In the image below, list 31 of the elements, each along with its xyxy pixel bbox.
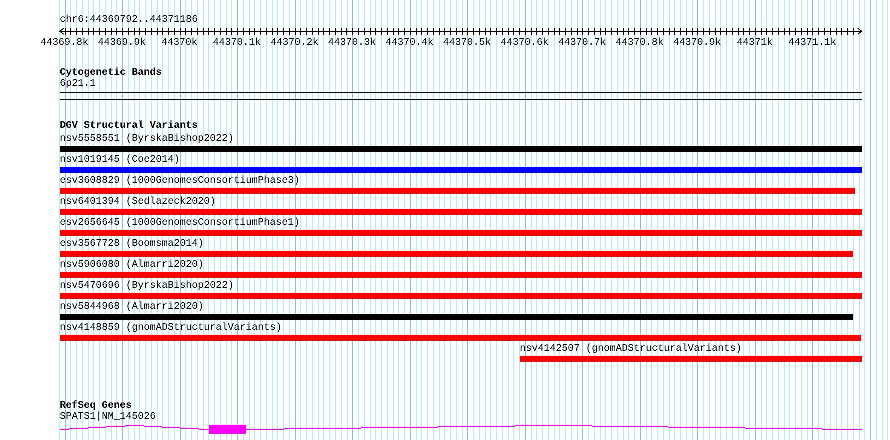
variant-label: esv3608829 (1000GenomesConsortiumPhase3) (60, 176, 300, 187)
variant-label: nsv4148859 (gnomADStructuralVariants) (60, 323, 282, 334)
tick-label: 44371.1k (788, 38, 836, 48)
tick-label: 44370.7k (558, 38, 606, 48)
track-title: RefSeq Genes (60, 401, 132, 412)
variant-label: esv2656645 (1000GenomesConsortiumPhase1) (60, 218, 300, 229)
variant-label: nsv5470696 (ByrskaBishop2022) (60, 281, 234, 292)
variant-label: nsv5558551 (ByrskaBishop2022) (60, 134, 234, 145)
tick-label: 44370.4k (386, 38, 434, 48)
track-title: Cytogenetic Bands (60, 68, 162, 79)
tick-label: 44370k (162, 38, 198, 48)
gene-label: SPATS1|NM_145026 (60, 412, 156, 423)
tick-label: 44369.8k (40, 38, 89, 48)
track-title: DGV Structural Variants (60, 121, 198, 132)
tick-label: 44370.3k (328, 38, 376, 48)
tick-label: 44370.5k (443, 38, 492, 48)
variant-label: nsv1019145 (Coe2014) (60, 155, 180, 166)
tick-label: 44370.9k (673, 38, 722, 48)
tick-label: 44370.2k (270, 38, 319, 48)
variant-label: nsv4142507 (gnomADStructuralVariants) (520, 344, 742, 355)
tick-label: 44370.1k (213, 38, 262, 48)
tick-label: 44370.8k (616, 38, 664, 48)
variant-label: nsv5844968 (Almarri2020) (60, 302, 204, 313)
tick-label: 44370.6k (500, 38, 549, 48)
tick-label: 44369.9k (98, 38, 146, 48)
tick-label: 44371k (736, 38, 773, 48)
variant-label: nsv5906080 (Almarri2020) (60, 260, 204, 271)
variant-label: esv3567728 (Boomsma2014) (60, 239, 204, 250)
location-label: chr6:44369792..44371186 (60, 15, 198, 26)
band-label: 6p21.1 (60, 79, 96, 90)
variant-label: nsv6401394 (Sedlazeck2020) (60, 197, 216, 208)
